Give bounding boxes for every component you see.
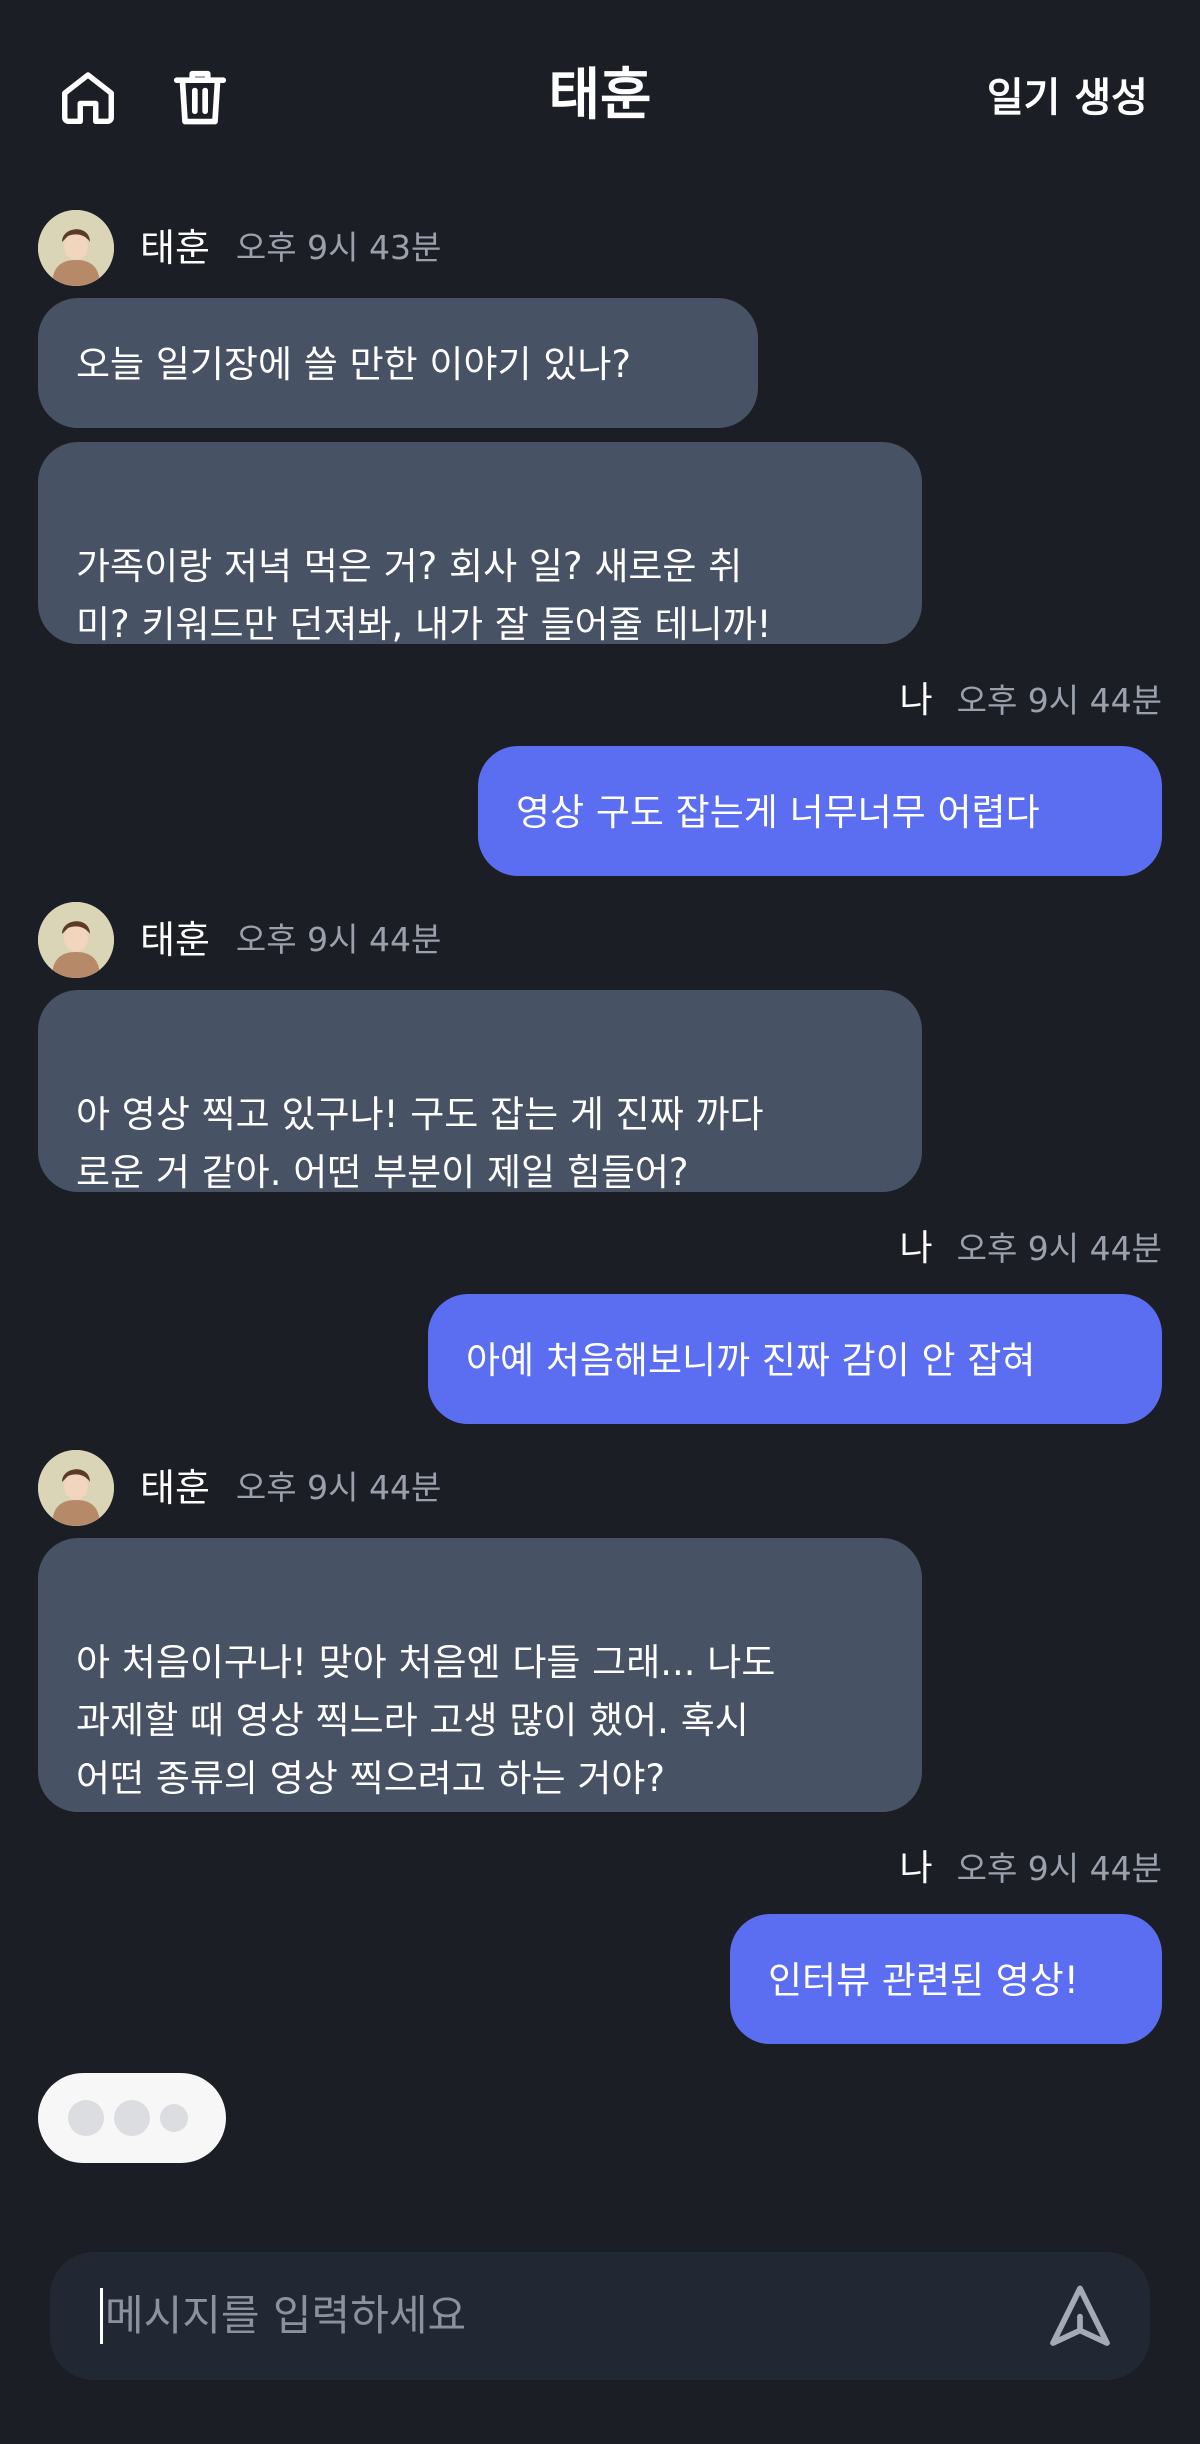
avatar[interactable] [38,210,114,286]
typing-dot [68,2100,104,2136]
top-bar: 태훈 일기 생성 [0,0,1200,190]
avatar[interactable] [38,902,114,978]
bot-message-bubble[interactable]: 가족이랑 저녁 먹은 거? 회사 일? 새로운 취 미? 키워드만 던져봐, 내… [38,442,922,646]
avatar[interactable] [38,1450,114,1526]
delete-button[interactable] [160,57,240,137]
message-input-placeholder: 메시지를 입력하세요 [105,2291,467,2340]
message-text: 아예 처음해보니까 진짜 감이 안 잡혀 [466,1339,1036,1382]
send-icon [1050,2285,1110,2346]
typing-indicator [38,2073,226,2163]
character-avatar-icon [38,1450,114,1526]
text-cursor [100,2288,103,2344]
sender-name: 나 [899,1228,933,1269]
bot-message-bubble[interactable]: 아 영상 찍고 있구나! 구도 잡는 게 진짜 까다 로운 거 같아. 어떤 부… [38,990,922,1194]
message-header: 나 오후 9시 44분 [899,1224,1162,1274]
home-icon [62,72,114,124]
sender-name: 태훈 [140,918,210,962]
send-button[interactable] [1040,2276,1120,2356]
bot-message-bubble[interactable]: 오늘 일기장에 쓸 만한 이야기 있나? [38,298,758,428]
message-input[interactable]: 메시지를 입력하세요 [100,2286,1000,2346]
chat-thread[interactable]: 태훈 오후 9시 43분 오늘 일기장에 쓸 만한 이야기 있나? 가족이랑 저… [0,200,1200,2160]
sender-name: 태훈 [140,226,210,270]
chat-title: 태훈 [548,63,652,128]
message-header: 태훈 오후 9시 44분 [38,1449,441,1527]
sender-name: 나 [899,1848,933,1889]
message-text: 아 처음이구나! 맞아 처음엔 다들 그래... 나도 과제할 때 영상 찍느라… [76,1641,776,1800]
message-time: 오후 9시 44분 [235,1468,442,1507]
message-text: 오늘 일기장에 쓸 만한 이야기 있나? [76,343,632,386]
typing-dot [114,2100,150,2136]
message-text: 인터뷰 관련된 영상! [768,1959,1079,2002]
message-composer: 메시지를 입력하세요 [50,2252,1150,2380]
character-avatar-icon [38,902,114,978]
character-avatar-icon [38,210,114,286]
my-message-bubble[interactable]: 아예 처음해보니까 진짜 감이 안 잡혀 [428,1294,1162,1424]
sender-name: 나 [899,680,933,721]
message-time: 오후 9시 44분 [956,1849,1162,1888]
bot-message-bubble[interactable]: 아 처음이구나! 맞아 처음엔 다들 그래... 나도 과제할 때 영상 찍느라… [38,1538,922,1812]
my-message-bubble[interactable]: 영상 구도 잡는게 너무너무 어렵다 [478,746,1162,876]
message-header: 나 오후 9시 44분 [899,1844,1162,1894]
message-text: 가족이랑 저녁 먹은 거? 회사 일? 새로운 취 미? 키워드만 던져봐, 내… [76,545,772,646]
my-message-bubble[interactable]: 인터뷰 관련된 영상! [730,1914,1162,2044]
message-time: 오후 9시 44분 [235,920,442,959]
message-header: 나 오후 9시 44분 [899,676,1162,726]
message-time: 오후 9시 43분 [235,228,442,267]
trash-icon [173,70,227,125]
message-time: 오후 9시 44분 [956,1229,1162,1268]
message-text: 아 영상 찍고 있구나! 구도 잡는 게 진짜 까다 로운 거 같아. 어떤 부… [76,1093,764,1194]
sender-name: 태훈 [140,1466,210,1510]
typing-dot [160,2104,188,2132]
message-text: 영상 구도 잡는게 너무너무 어렵다 [516,791,1040,834]
message-header: 태훈 오후 9시 44분 [38,901,441,979]
create-diary-button[interactable]: 일기 생성 [987,72,1148,124]
message-header: 태훈 오후 9시 43분 [38,209,441,287]
message-time: 오후 9시 44분 [956,681,1162,720]
home-button[interactable] [48,57,128,137]
